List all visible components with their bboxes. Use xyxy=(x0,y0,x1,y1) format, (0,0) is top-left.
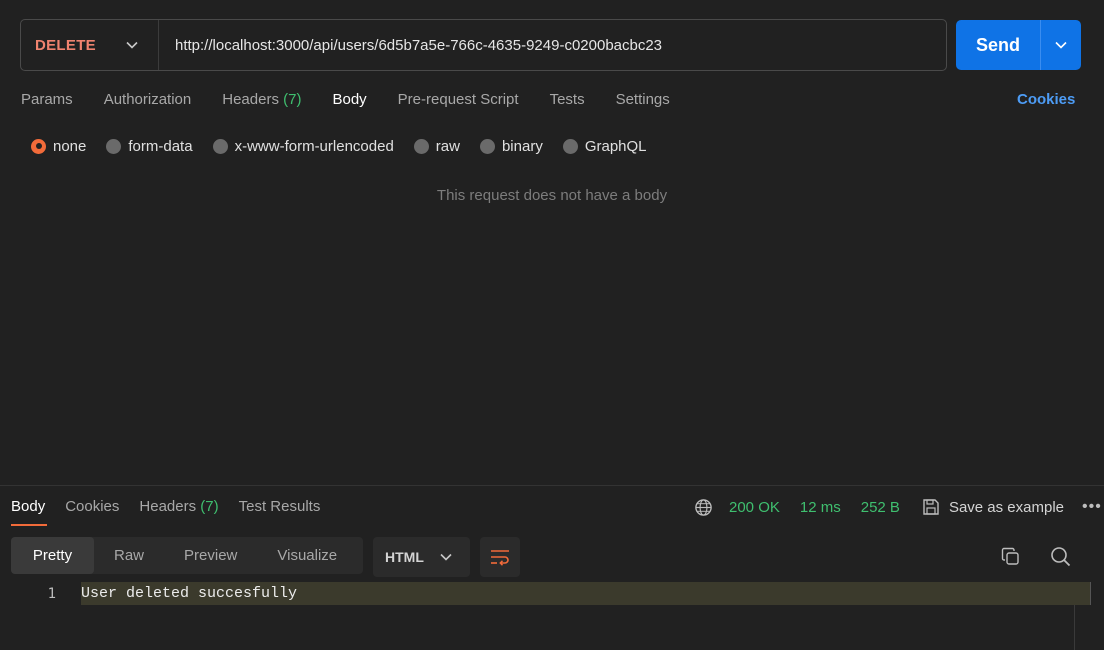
format-select[interactable]: HTML xyxy=(373,537,470,577)
response-size[interactable]: 252 B xyxy=(861,499,900,516)
request-tabs: Params Authorization Headers (7) Body Pr… xyxy=(21,88,701,112)
tab-headers-label: Headers xyxy=(222,91,279,108)
radio-label: form-data xyxy=(128,137,193,155)
view-pretty[interactable]: Pretty xyxy=(11,537,94,574)
request-url-bar: DELETE http://localhost:3000/api/users/6… xyxy=(20,19,947,71)
chevron-down-icon xyxy=(126,36,138,54)
editor-scrollbar[interactable] xyxy=(1074,605,1075,650)
radio-graphql[interactable]: GraphQL xyxy=(562,137,647,155)
format-label: HTML xyxy=(385,549,424,565)
tab-params[interactable]: Params xyxy=(21,88,73,112)
tab-authorization[interactable]: Authorization xyxy=(104,88,192,112)
response-meta: 200 OK 12 ms 252 B Save as example ••• xyxy=(694,495,1102,519)
status-badge[interactable]: 200 OK xyxy=(729,499,780,516)
search-icon[interactable] xyxy=(1050,546,1071,572)
chevron-down-icon xyxy=(440,548,452,566)
tab-tests[interactable]: Tests xyxy=(550,88,585,112)
radio-none[interactable]: none xyxy=(31,138,86,155)
radio-label: x-www-form-urlencoded xyxy=(234,137,394,155)
radio-dot xyxy=(413,138,429,154)
save-icon xyxy=(923,499,939,515)
send-button-group: Send xyxy=(956,20,1081,70)
cookies-link[interactable]: Cookies xyxy=(1017,88,1075,112)
response-tab-headers[interactable]: Headers (7) xyxy=(139,495,218,519)
send-button[interactable]: Send xyxy=(956,20,1041,70)
method-label: DELETE xyxy=(35,36,96,54)
radio-dot-selected xyxy=(31,138,46,154)
tab-headers[interactable]: Headers (7) xyxy=(222,88,301,112)
code-line: 1 User deleted succesfully xyxy=(0,582,1091,605)
response-tab-test-results[interactable]: Test Results xyxy=(239,495,321,519)
response-tabs: Body Cookies Headers (7) Test Results xyxy=(11,495,340,519)
tab-body[interactable]: Body xyxy=(332,88,366,112)
body-type-radios: none form-data x-www-form-urlencoded raw… xyxy=(31,135,667,157)
radio-label: raw xyxy=(435,137,460,155)
view-raw[interactable]: Raw xyxy=(94,537,164,574)
copy-icon[interactable] xyxy=(1001,547,1020,571)
radio-form-data[interactable]: form-data xyxy=(106,137,193,155)
radio-raw[interactable]: raw xyxy=(413,137,460,155)
globe-icon[interactable] xyxy=(694,498,713,517)
save-as-example-button[interactable]: Save as example xyxy=(922,498,1064,516)
line-content[interactable]: User deleted succesfully xyxy=(81,582,1091,605)
response-tab-cookies[interactable]: Cookies xyxy=(65,495,119,519)
more-options-button[interactable]: ••• xyxy=(1082,498,1102,516)
radio-dot xyxy=(562,138,578,154)
view-preview[interactable]: Preview xyxy=(164,537,257,574)
headers-count: (7) xyxy=(283,91,302,108)
tab-settings[interactable]: Settings xyxy=(616,88,670,112)
radio-dot xyxy=(479,138,495,154)
method-select[interactable]: DELETE xyxy=(21,20,159,70)
response-headers-count: (7) xyxy=(200,498,219,515)
chevron-down-icon xyxy=(1055,41,1067,49)
response-tab-headers-label: Headers xyxy=(139,498,197,515)
wrap-lines-icon xyxy=(491,550,509,566)
wrap-lines-button[interactable] xyxy=(480,537,520,577)
radio-binary[interactable]: binary xyxy=(479,137,543,155)
send-options-button[interactable] xyxy=(1041,20,1081,70)
url-input[interactable]: http://localhost:3000/api/users/6d5b7a5e… xyxy=(159,37,662,54)
radio-dot xyxy=(212,138,228,154)
response-view-tabs: Pretty Raw Preview Visualize xyxy=(11,537,363,574)
view-visualize[interactable]: Visualize xyxy=(257,537,357,574)
line-number: 1 xyxy=(47,585,56,602)
radio-label: none xyxy=(53,137,87,155)
radio-label: GraphQL xyxy=(584,137,647,155)
radio-urlencoded[interactable]: x-www-form-urlencoded xyxy=(212,137,394,155)
save-as-example-label: Save as example xyxy=(948,498,1065,516)
radio-label: binary xyxy=(501,137,543,155)
response-tab-body[interactable]: Body xyxy=(11,495,45,519)
empty-body-message: This request does not have a body xyxy=(436,187,668,204)
section-divider xyxy=(0,485,1104,486)
editor-edge xyxy=(1090,582,1091,605)
tab-pre-request-script[interactable]: Pre-request Script xyxy=(398,88,519,112)
active-tab-underline xyxy=(11,524,47,526)
response-time[interactable]: 12 ms xyxy=(800,499,841,516)
radio-dot xyxy=(106,138,122,154)
